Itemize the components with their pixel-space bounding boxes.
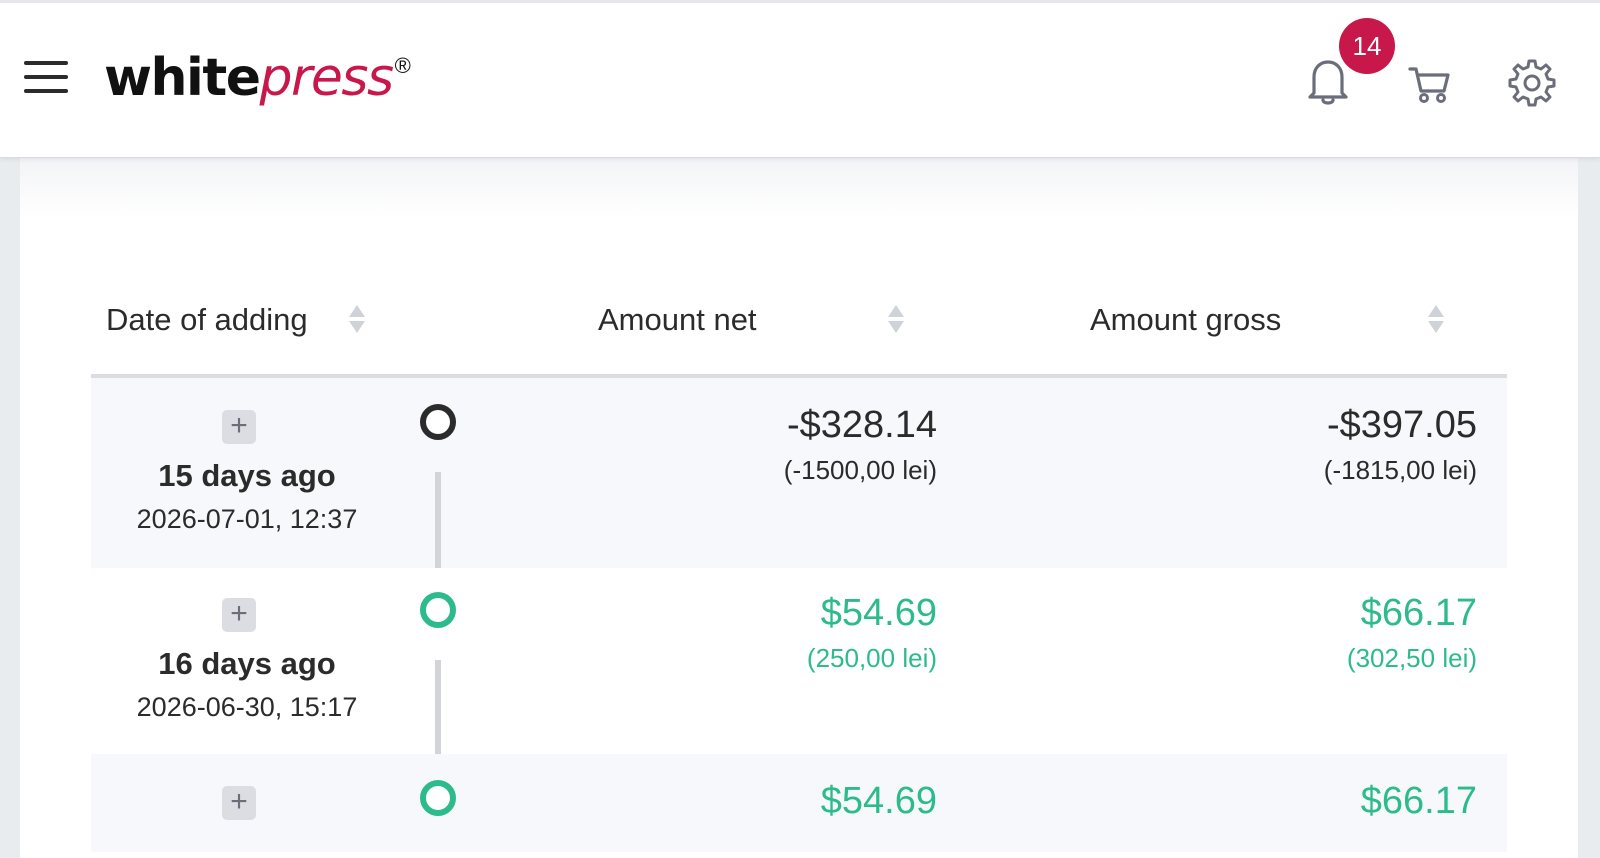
amount-net-lei: (-1500,00 lei) xyxy=(783,455,937,485)
timeline-dot-icon xyxy=(420,592,456,628)
cart-icon[interactable] xyxy=(1406,55,1454,107)
table-row: + 15 days ago 2026-07-01, 12:37 -$328.14… xyxy=(91,378,1507,568)
absolute-date: 2026-06-30, 15:17 xyxy=(136,692,358,722)
relative-date: 16 days ago xyxy=(158,646,336,681)
sort-arrows-icon[interactable] xyxy=(348,303,366,337)
amount-gross-lei: (302,50 lei) xyxy=(1346,643,1477,673)
amount-gross-value: -$397.05 xyxy=(1326,404,1477,446)
whitepress-logo[interactable]: white press ® xyxy=(104,43,411,113)
timeline-dot-icon xyxy=(420,404,456,440)
amount-gross-value: $66.17 xyxy=(1360,592,1477,634)
table-row: + 16 days ago 2026-06-30, 15:17 $54.69 (… xyxy=(91,566,1507,756)
top-navigation-bar: white press ® 14 xyxy=(0,0,1600,158)
logo-text-press: press xyxy=(259,48,395,108)
logo-registered-mark: ® xyxy=(394,53,411,78)
amount-gross-value: $66.17 xyxy=(1360,780,1477,822)
logo-text-white: white xyxy=(104,48,261,108)
amount-gross-cell: -$397.05 (-1815,00 lei) xyxy=(1324,404,1477,486)
sort-arrows-icon[interactable] xyxy=(1427,303,1445,337)
timeline-connector xyxy=(435,660,441,756)
amount-net-value: $54.69 xyxy=(820,592,937,634)
sort-arrows-icon[interactable] xyxy=(887,303,905,337)
column-header-date-of-adding[interactable]: Date of adding xyxy=(106,302,366,338)
column-header-amount-gross[interactable]: Amount gross xyxy=(1090,302,1445,338)
amount-net-cell: $54.69 (250,00 lei) xyxy=(807,592,937,674)
absolute-date: 2026-07-01, 12:37 xyxy=(136,504,358,534)
expand-row-button[interactable]: + xyxy=(222,786,256,820)
card-header-fade xyxy=(20,158,1578,218)
relative-date: 15 days ago xyxy=(158,458,336,493)
timeline-dot-icon xyxy=(420,780,456,816)
amount-net-lei: (250,00 lei) xyxy=(806,643,937,673)
timeline-connector xyxy=(435,472,441,568)
column-header-label: Date of adding xyxy=(106,302,308,337)
column-header-amount-net[interactable]: Amount net xyxy=(598,302,905,338)
amount-net-value: -$328.14 xyxy=(786,404,937,446)
column-header-label: Amount gross xyxy=(1090,302,1282,337)
amount-gross-lei: (-1815,00 lei) xyxy=(1323,455,1477,485)
menu-icon[interactable] xyxy=(24,59,70,95)
expand-row-button[interactable]: + xyxy=(222,598,256,632)
expand-row-button[interactable]: + xyxy=(222,410,256,444)
amount-net-cell: $54.69 xyxy=(821,780,937,823)
notification-count-badge[interactable]: 14 xyxy=(1339,18,1395,74)
amount-gross-cell: $66.17 (302,50 lei) xyxy=(1347,592,1477,674)
column-header-label: Amount net xyxy=(598,302,757,337)
amount-net-value: $54.69 xyxy=(820,780,937,822)
amount-gross-cell: $66.17 xyxy=(1361,780,1477,823)
table-row: + $54.69 $66.17 xyxy=(91,754,1507,852)
gear-icon[interactable] xyxy=(1508,55,1556,107)
amount-net-cell: -$328.14 (-1500,00 lei) xyxy=(784,404,937,486)
